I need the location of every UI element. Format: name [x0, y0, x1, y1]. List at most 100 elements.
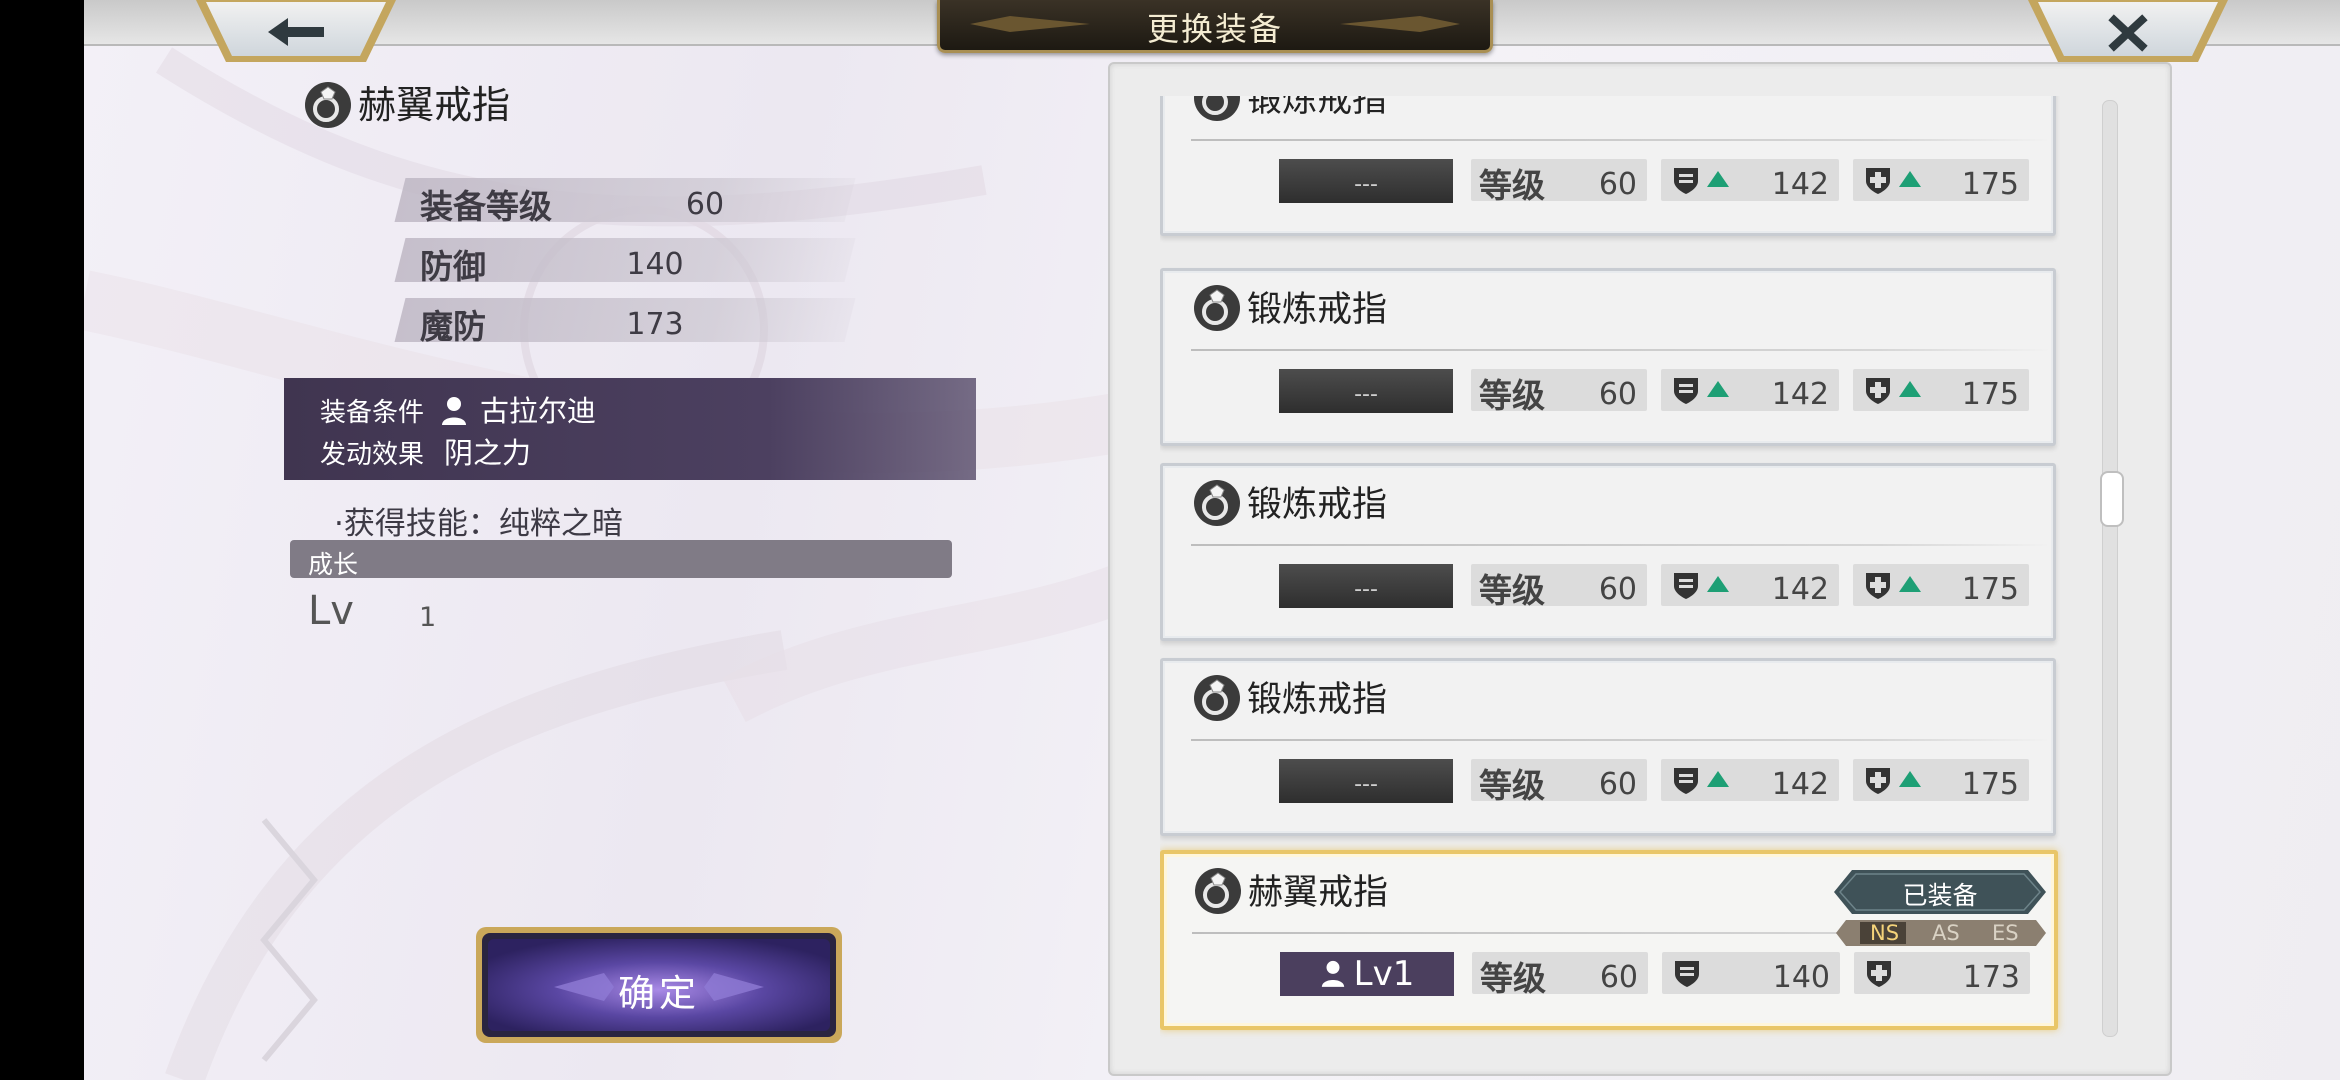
level-label: 等级 [1479, 766, 1545, 805]
card-title: 锻炼戒指 [1193, 281, 1387, 335]
magic-defense-value: 173 [1962, 960, 2020, 995]
shield-icon [1675, 961, 1699, 987]
close-button[interactable] [2028, 0, 2228, 64]
magic-shield-icon [1867, 961, 1891, 987]
level-pill: 等级 60 [1472, 952, 1648, 998]
card-item-name: 锻炼戒指 [1247, 96, 1388, 120]
magic-defense-pill: 175 [1853, 369, 2029, 412]
effect-label: 发动效果 [320, 440, 425, 470]
stat-up-icon [1899, 771, 1921, 787]
shield-icon [1674, 768, 1698, 794]
stat-row-defense: 防御 140 [394, 238, 856, 286]
magic-shield-icon [1866, 378, 1890, 404]
level-label: 等级 [1479, 376, 1545, 415]
level-pill: 等级 60 [1471, 759, 1647, 805]
skill-tags: NS AS ES [1836, 920, 2046, 946]
defense-pill: 142 [1661, 369, 1839, 412]
card-title: 锻炼戒指 [1193, 476, 1387, 530]
equipment-card[interactable]: 锻炼戒指 --- 等级 60 142 175 [1160, 268, 2056, 446]
magic-defense-value: 175 [1961, 377, 2019, 412]
condition-value: 古拉尔迪 [440, 388, 596, 430]
lv-label: Lv [308, 588, 354, 634]
divider [1191, 739, 2051, 741]
owner-badge: --- [1279, 564, 1453, 608]
card-item-name: 锻炼戒指 [1247, 680, 1388, 720]
defense-pill: 142 [1661, 759, 1839, 802]
level-value: 60 [1598, 377, 1637, 412]
defense-pill: 140 [1662, 952, 1840, 995]
confirm-button[interactable]: 确定 [474, 925, 844, 1045]
condition-panel: 装备条件 古拉尔迪 发动效果 阴之力 [284, 378, 976, 480]
stat-value: 173 [626, 307, 684, 342]
equipment-list[interactable]: 锻炼戒指 --- 等级 60 142 175 锻炼戒指 --- 等级 60 14… [1160, 96, 2140, 1056]
owner-badge: --- [1279, 369, 1453, 413]
ring-icon [1194, 96, 1240, 121]
tag-ns: NS [1870, 921, 1900, 945]
growth-label: 成长 [308, 550, 359, 579]
stat-up-icon [1707, 771, 1729, 787]
magic-defense-pill: 175 [1853, 159, 2029, 202]
card-item-name: 赫翼戒指 [1248, 873, 1389, 913]
person-icon [1321, 960, 1344, 987]
card-item-name: 锻炼戒指 [1247, 485, 1388, 525]
screen: 更换装备 赫翼戒指 装备等级 60 防御 140 魔防 173 装备条件 古拉尔… [84, 0, 2340, 1080]
item-name-text: 赫翼戒指 [358, 83, 511, 127]
selected-item-name: 赫翼戒指 [304, 74, 510, 132]
stat-up-icon [1707, 576, 1729, 592]
defense-value: 142 [1771, 377, 1829, 412]
level-value: 60 [1598, 167, 1637, 202]
stat-up-icon [1899, 381, 1921, 397]
condition-label: 装备条件 [320, 398, 425, 428]
ring-icon [1195, 868, 1241, 914]
equipped-badge: 已装备 [1834, 870, 2046, 914]
magic-defense-value: 175 [1961, 767, 2019, 802]
growth-header: 成长 [290, 540, 952, 579]
card-title: 锻炼戒指 [1193, 671, 1387, 725]
ring-icon [1194, 285, 1240, 331]
shield-icon [1674, 573, 1698, 599]
stat-label: 装备等级 [420, 187, 552, 226]
equipment-card[interactable]: 锻炼戒指 --- 等级 60 142 175 [1160, 96, 2056, 236]
defense-value: 140 [1772, 960, 1830, 995]
shield-icon [1674, 378, 1698, 404]
condition-character: 古拉尔迪 [480, 394, 597, 428]
magic-shield-icon [1866, 168, 1890, 194]
equipment-card[interactable]: 赫翼戒指 Lv1 等级 60 140 173 已装备 NS AS ES [1160, 850, 2058, 1030]
owner-level: Lv1 [1353, 954, 1415, 994]
divider [1191, 349, 2051, 351]
person-icon [442, 397, 466, 425]
lv-value: 1 [419, 602, 437, 633]
ring-icon [1194, 675, 1240, 721]
confirm-label: 确定 [618, 972, 700, 1015]
stat-label: 防御 [420, 247, 486, 286]
level-pill: 等级 60 [1471, 369, 1647, 415]
magic-shield-icon [1866, 573, 1890, 599]
back-button[interactable] [196, 0, 396, 64]
card-title: 赫翼戒指 [1194, 864, 1388, 918]
card-item-name: 锻炼戒指 [1247, 290, 1388, 330]
scrollbar-thumb[interactable] [2100, 471, 2124, 527]
card-title: 锻炼戒指 [1193, 96, 1387, 125]
list-scrollbar[interactable] [2100, 100, 2124, 1037]
equipped-label: 已装备 [1902, 881, 1978, 910]
stat-row-magic-defense: 魔防 173 [394, 298, 856, 346]
magic-shield-icon [1866, 768, 1890, 794]
equipment-card[interactable]: 锻炼戒指 --- 等级 60 142 175 [1160, 463, 2056, 641]
level-value: 60 [1598, 767, 1637, 802]
stat-up-icon [1899, 576, 1921, 592]
page-title: 更换装备 [1146, 10, 1283, 48]
stat-up-icon [1707, 381, 1729, 397]
stat-up-icon [1899, 171, 1921, 187]
defense-pill: 142 [1661, 564, 1839, 607]
owner-badge: Lv1 [1280, 952, 1454, 996]
level-value: 60 [1599, 960, 1638, 995]
level-label: 等级 [1479, 571, 1545, 610]
skill-text: ·获得技能：纯粹之暗 [334, 506, 623, 542]
equipment-card[interactable]: 锻炼戒指 --- 等级 60 142 175 [1160, 658, 2056, 836]
stat-label: 魔防 [420, 307, 486, 346]
shield-icon [1674, 168, 1698, 194]
defense-value: 142 [1771, 167, 1829, 202]
owner-badge: --- [1279, 159, 1453, 203]
magic-defense-value: 175 [1961, 572, 2019, 607]
tag-as: AS [1932, 921, 1960, 945]
